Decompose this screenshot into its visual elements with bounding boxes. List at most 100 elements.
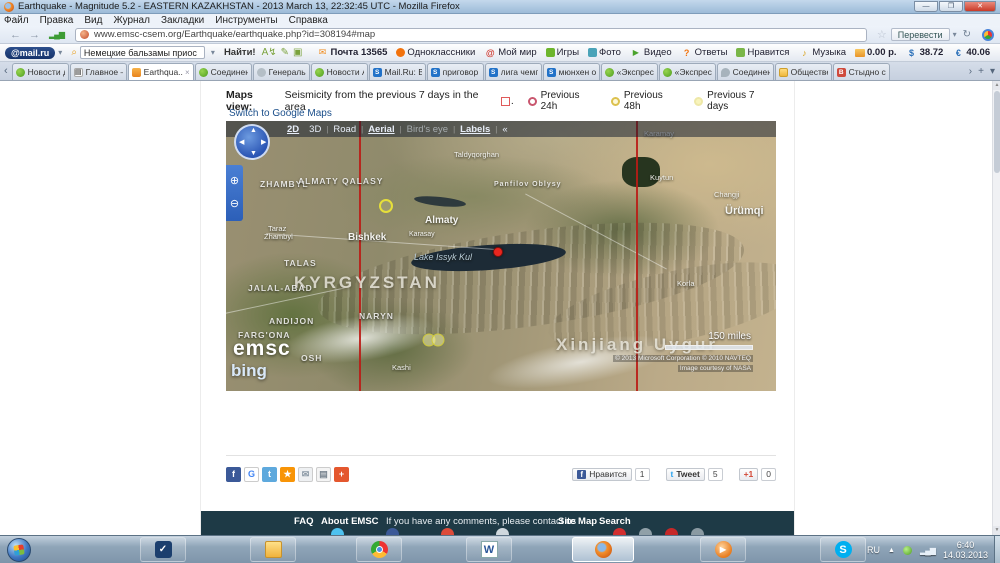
scroll-up-icon[interactable]: ▲ <box>993 81 1000 90</box>
mailru-item[interactable]: €40.06 <box>952 47 990 58</box>
minimize-button[interactable]: — <box>914 1 938 12</box>
translate-dropdown-icon[interactable]: ▾ <box>953 30 957 39</box>
footer-faq-link[interactable]: FAQ <box>294 516 314 527</box>
mailru-item[interactable]: ▶Видео <box>630 47 672 58</box>
tab--Экспресс-[interactable]: «Экспресс ... <box>659 63 716 80</box>
pencil-icon[interactable]: ✎ <box>281 47 289 58</box>
tab-Mail-Ru-Ви-[interactable]: SMail.Ru: Ви... <box>369 63 426 80</box>
search-dropdown-icon[interactable]: ▾ <box>211 48 215 57</box>
reload-icon[interactable]: ↻ <box>963 29 971 40</box>
mailru-item[interactable]: Игры <box>546 47 579 58</box>
tray-status-icon[interactable] <box>903 546 912 555</box>
list-tabs-icon[interactable]: ▾ <box>990 66 995 77</box>
tab-лига-чемпи-[interactable]: Sлига чемпи... <box>485 63 542 80</box>
email-share-icon[interactable]: ✉ <box>298 467 313 482</box>
menu-Инструменты[interactable]: Инструменты <box>215 15 277 26</box>
footer-comment-text[interactable]: If you have any comments, please contact… <box>386 516 576 527</box>
url-text[interactable]: www.emsc-csem.org/Earthquake/earthquake.… <box>94 29 375 40</box>
scroll-down-icon[interactable]: ▼ <box>993 526 1000 535</box>
map-compass-control[interactable]: ▲ ▼ ◀ ▶ <box>234 124 270 160</box>
pan-down-icon[interactable]: ▼ <box>250 150 257 157</box>
tab-Стыдно-ста-[interactable]: ВСтыдно ста... <box>833 63 890 80</box>
menu-Справка[interactable]: Справка <box>289 15 328 26</box>
footer-social-icon[interactable] <box>639 528 652 535</box>
taskbar-app-checker[interactable]: ✓ <box>140 537 186 562</box>
menu-Журнал[interactable]: Журнал <box>113 15 150 26</box>
menu-Закладки[interactable]: Закладки <box>161 15 204 26</box>
taskbar-app-explorer[interactable] <box>250 537 296 562</box>
pan-left-icon[interactable]: ◀ <box>239 138 244 146</box>
start-button[interactable] <box>7 538 31 562</box>
browser-extension-icon[interactable] <box>982 29 994 41</box>
tab-scroll-right-icon[interactable]: › <box>969 66 972 77</box>
google-plus-one-button[interactable]: +1 <box>739 468 759 481</box>
scrollbar-thumb[interactable] <box>994 91 1000 173</box>
map-control-Bird's eye[interactable]: Bird's eye <box>407 124 448 135</box>
mailru-logo[interactable]: @mail.ru <box>5 47 55 59</box>
switch-to-google-maps-link[interactable]: Switch to Google Maps <box>229 108 332 119</box>
mailru-dropdown-icon[interactable]: ▾ <box>58 48 62 57</box>
taskbar-app-skype[interactable]: S <box>820 537 866 562</box>
footer-social-icon[interactable] <box>665 528 678 535</box>
footer-social-icon[interactable] <box>441 528 454 535</box>
footer-search-link[interactable]: Search <box>599 516 631 527</box>
signal-bars-icon[interactable]: ▂▄▆ <box>49 30 64 39</box>
mailru-item[interactable]: ✉Почта 13565 <box>316 47 387 58</box>
taskbar-app-wmp[interactable]: ▶ <box>700 537 746 562</box>
footer-sitemap-link[interactable]: Site Map <box>558 516 597 527</box>
footer-about-link[interactable]: About EMSC <box>321 516 379 527</box>
taskbar-app-firefox[interactable] <box>572 537 634 562</box>
tab-Генеральна-[interactable]: Генеральна... <box>253 63 310 80</box>
hidden-icons-chevron[interactable]: ▲ <box>888 547 895 554</box>
toolbar-search-input[interactable] <box>80 46 205 59</box>
google-share-icon[interactable]: G <box>244 467 259 482</box>
forward-button[interactable]: → <box>29 29 40 41</box>
tab-Новости-Ак-[interactable]: Новости Ак... <box>311 63 368 80</box>
earthquake-marker-ring48[interactable] <box>379 199 393 213</box>
tab-scroll-left-icon[interactable]: ‹ <box>4 65 8 77</box>
earthquake-marker-quake[interactable] <box>493 247 503 257</box>
tab--Экспресс-[interactable]: «Экспресс ... <box>601 63 658 80</box>
tab-Earthqua-[interactable]: Earthqua...× <box>128 63 194 80</box>
map-control-3D[interactable]: 3D <box>309 124 321 135</box>
tab-мюнхен-ор-[interactable]: Sмюнхен ор... <box>543 63 600 80</box>
bing-logo[interactable]: bing <box>231 361 267 381</box>
back-button[interactable]: ← <box>10 29 21 41</box>
zoom-in-button[interactable]: ⊕ <box>230 176 239 187</box>
map-control-Road[interactable]: Road <box>333 124 356 135</box>
taskbar-clock[interactable]: 6:40 14.03.2013 <box>943 540 988 560</box>
pan-right-icon[interactable]: ▶ <box>261 138 266 146</box>
mailru-item[interactable]: ?Ответы <box>681 47 728 58</box>
map-control-«[interactable]: « <box>502 124 507 135</box>
menu-Правка[interactable]: Правка <box>40 15 74 26</box>
footer-social-icon[interactable] <box>331 528 344 535</box>
tab-Главное-[interactable]: ▤Главное — ... <box>70 63 127 80</box>
footer-social-icon[interactable] <box>613 528 626 535</box>
menu-Файл[interactable]: Файл <box>4 15 29 26</box>
mailru-item[interactable]: $38.72 <box>906 47 944 58</box>
map-control-Aerial[interactable]: Aerial <box>368 124 394 135</box>
footer-social-icon[interactable] <box>691 528 704 535</box>
mailru-item[interactable]: ♪Музыка <box>798 47 846 58</box>
menu-Вид[interactable]: Вид <box>84 15 102 26</box>
bing-map[interactable]: TaldyqorghanZHAMBYLALMATY QALASYPanfilov… <box>226 121 776 391</box>
network-icon[interactable]: ▂▄▆ <box>920 546 935 555</box>
tab-Обществен-[interactable]: Обществен... <box>775 63 832 80</box>
favorites-share-icon[interactable]: ★ <box>280 467 295 482</box>
show-desktop-button[interactable] <box>994 536 1000 563</box>
new-tab-button[interactable]: + <box>978 66 984 77</box>
mailru-item[interactable]: Нравится <box>736 47 789 58</box>
pan-up-icon[interactable]: ▲ <box>250 127 257 134</box>
footer-social-icon[interactable] <box>496 528 509 535</box>
facebook-like-button[interactable]: f Нравится <box>572 468 632 481</box>
mailru-item[interactable]: Одноклассники <box>396 47 475 58</box>
language-indicator[interactable]: RU <box>867 545 880 555</box>
bookmark-star-icon[interactable]: ☆ <box>877 28 887 41</box>
tab-Новости-дн-[interactable]: Новости дн... <box>12 63 69 80</box>
map-control-2D[interactable]: 2D <box>287 124 299 135</box>
map-control-Labels[interactable]: Labels <box>460 124 490 135</box>
tab-приговор-si-[interactable]: Sприговор si... <box>427 63 484 80</box>
tweet-button[interactable]: t Tweet <box>666 468 705 481</box>
earthquake-marker-p7[interactable] <box>432 334 445 347</box>
tab-close-icon[interactable]: × <box>185 68 190 77</box>
